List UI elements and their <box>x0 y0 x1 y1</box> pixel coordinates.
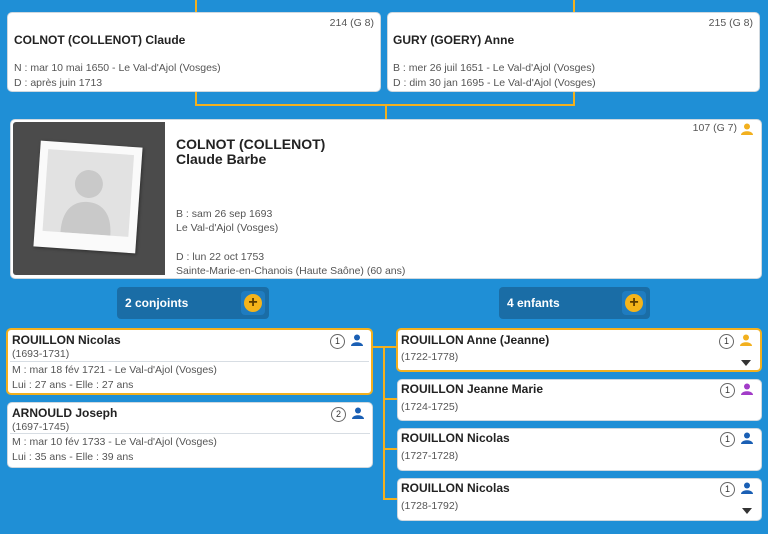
male-person-icon <box>351 334 363 346</box>
spouse-order-badge: 1 <box>330 334 345 349</box>
spouse-name[interactable]: ROUILLON Nicolas <box>12 333 121 347</box>
child-name[interactable]: ROUILLON Nicolas <box>401 481 510 495</box>
children-trunk <box>383 346 385 500</box>
father-card[interactable]: 214 (G 8) COLNOT (COLLENOT) Claude N : m… <box>7 12 381 92</box>
spouse-years: (1693-1731) <box>12 348 70 360</box>
child-order-badge: 1 <box>720 432 735 447</box>
mother-death: D : dim 30 jan 1695 - Le Val-d'Ajol (Vos… <box>393 77 596 89</box>
spouse-name[interactable]: ARNOULD Joseph <box>12 406 117 420</box>
spouse-years: (1697-1745) <box>12 421 70 433</box>
main-death-place: Sainte-Marie-en-Chanois (Haute Saône) (6… <box>176 265 406 277</box>
mother-sosa: 215 (G 8) <box>708 17 753 29</box>
mother-name[interactable]: GURY (GOERY) Anne <box>393 33 514 47</box>
divider <box>10 433 370 434</box>
main-given-name: Claude Barbe <box>176 151 267 167</box>
children-pill-label: 4 enfants <box>507 296 560 310</box>
user-silhouette-icon[interactable] <box>33 140 143 254</box>
spouses-pill-label: 2 conjoints <box>125 296 189 310</box>
father-connector-top <box>195 0 197 12</box>
child3-connector <box>383 448 397 450</box>
father-name[interactable]: COLNOT (COLLENOT) Claude <box>14 33 185 47</box>
chevron-down-icon[interactable] <box>742 508 752 514</box>
mother-connector-top <box>573 0 575 12</box>
child-order-badge: 1 <box>720 383 735 398</box>
main-surname: COLNOT (COLLENOT) <box>176 136 326 152</box>
child-name[interactable]: ROUILLON Anne (Jeanne) <box>401 333 549 347</box>
female-person-icon <box>740 334 752 346</box>
child-years: (1727-1728) <box>401 450 459 462</box>
father-birth: N : mar 10 mai 1650 - Le Val-d'Ajol (Vos… <box>14 62 221 74</box>
mother-birth: B : mer 26 juil 1651 - Le Val-d'Ajol (Vo… <box>393 62 595 74</box>
children-pill[interactable]: 4 enfants + <box>499 287 650 319</box>
child-years: (1724-1725) <box>401 401 459 413</box>
main-birth-date: B : sam 26 sep 1693 <box>176 208 273 220</box>
male-person-icon <box>741 432 753 444</box>
child-card[interactable]: ROUILLON Nicolas (1728-1792) 1 <box>397 478 762 521</box>
child-name[interactable]: ROUILLON Nicolas <box>401 431 510 445</box>
main-death-date: D : lun 22 oct 1753 <box>176 251 265 263</box>
spouse-card[interactable]: ROUILLON Nicolas (1693-1731) 1 M : mar 1… <box>6 328 373 395</box>
child-card[interactable]: ROUILLON Jeanne Marie (1724-1725) 1 <box>397 379 762 421</box>
main-birth-place: Le Val-d'Ajol (Vosges) <box>176 222 279 234</box>
marriage-info: M : mar 18 fév 1721 - Le Val-d'Ajol (Vos… <box>12 364 217 376</box>
add-child-button[interactable]: + <box>622 291 646 315</box>
add-spouse-button[interactable]: + <box>241 291 265 315</box>
male-person-icon <box>352 407 364 419</box>
marriage-info: M : mar 10 fév 1733 - Le Val-d'Ajol (Vos… <box>12 436 217 448</box>
main-sosa: 107 (G 7) <box>692 122 737 134</box>
father-sosa: 214 (G 8) <box>329 17 374 29</box>
spouse1-connector <box>373 346 398 348</box>
mother-card[interactable]: 215 (G 8) GURY (GOERY) Anne B : mer 26 j… <box>387 12 760 92</box>
divider <box>10 361 369 362</box>
main-connector <box>385 104 387 119</box>
male-person-icon <box>741 482 753 494</box>
plus-icon: + <box>625 294 643 312</box>
child-years: (1728-1792) <box>401 500 459 512</box>
spouse-ages: Lui : 35 ans - Elle : 39 ans <box>12 451 134 463</box>
chevron-down-icon[interactable] <box>741 360 751 366</box>
child-card[interactable]: ROUILLON Nicolas (1727-1728) 1 <box>397 428 762 471</box>
spouse-order-badge: 2 <box>331 407 346 422</box>
female-person-icon <box>741 123 753 135</box>
main-person-card: COLNOT (COLLENOT) Claude Barbe 107 (G 7)… <box>10 119 762 279</box>
spouse-card[interactable]: ARNOULD Joseph (1697-1745) 2 M : mar 10 … <box>7 402 373 468</box>
spouse-ages: Lui : 27 ans - Elle : 27 ans <box>12 379 134 391</box>
photo-frame <box>13 122 165 275</box>
child-order-badge: 1 <box>720 482 735 497</box>
child4-connector <box>383 498 397 500</box>
child-years: (1722-1778) <box>401 351 459 363</box>
female-person-icon <box>741 383 753 395</box>
father-death: D : après juin 1713 <box>14 77 103 89</box>
plus-icon: + <box>244 294 262 312</box>
spouses-pill[interactable]: 2 conjoints + <box>117 287 269 319</box>
child-order-badge: 1 <box>719 334 734 349</box>
child2-connector <box>383 398 397 400</box>
child-name[interactable]: ROUILLON Jeanne Marie <box>401 382 543 396</box>
child-card[interactable]: ROUILLON Anne (Jeanne) (1722-1778) 1 <box>396 328 762 372</box>
